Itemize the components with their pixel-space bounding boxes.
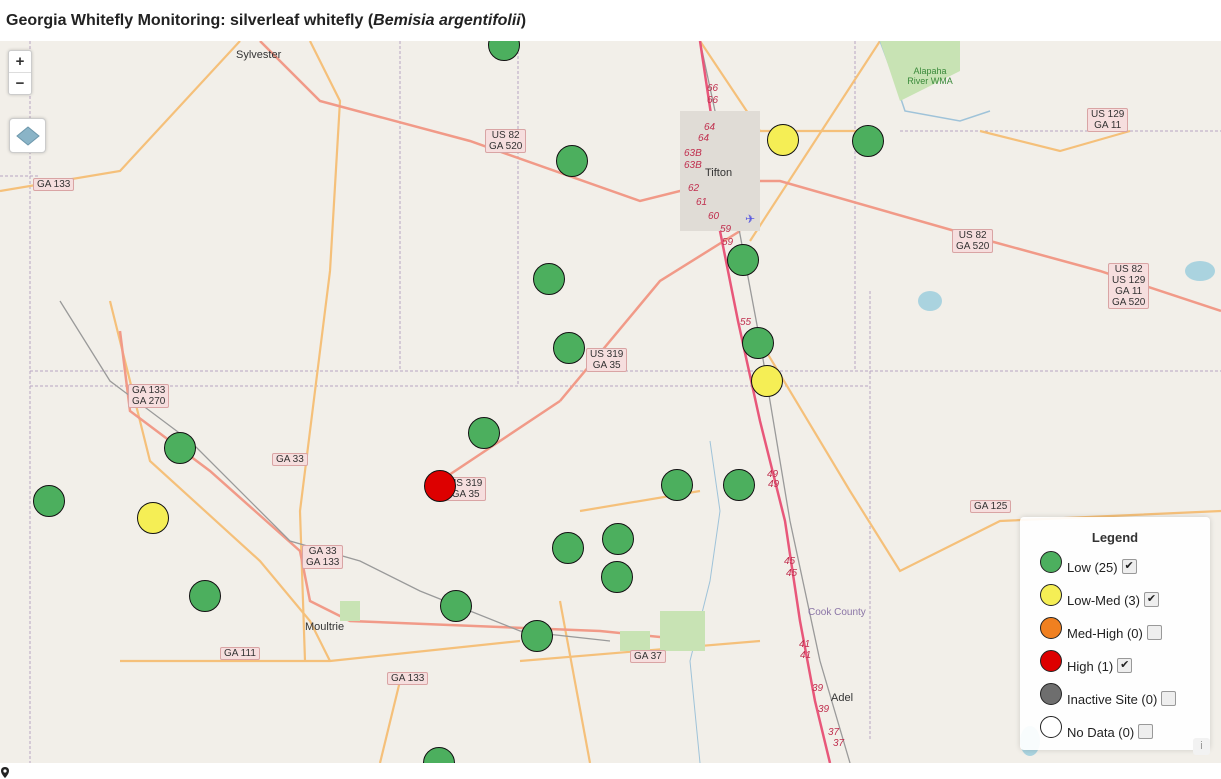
exit-number: 64	[704, 122, 716, 133]
layers-button[interactable]	[9, 118, 46, 153]
exit-number: 66	[707, 83, 719, 94]
site-marker[interactable]	[852, 125, 884, 157]
road-shield: US 82 US 129 GA 11 GA 520	[1108, 263, 1150, 309]
title-suffix: )	[520, 12, 527, 29]
exit-number: 45	[786, 568, 798, 579]
road-shield: GA 133	[33, 178, 75, 191]
legend-item: No Data (0)	[1040, 715, 1154, 740]
exit-number: 63B	[684, 160, 702, 171]
place-label: Cook County	[808, 607, 866, 618]
site-marker[interactable]	[137, 502, 169, 534]
exit-number: 60	[708, 211, 720, 222]
legend-swatch	[1040, 716, 1062, 738]
road-shield: GA 37	[630, 650, 666, 663]
legend-checkbox[interactable]	[1146, 624, 1162, 640]
site-marker[interactable]	[767, 124, 799, 156]
legend-label: High (1)	[1067, 658, 1114, 674]
legend-panel: Legend Low (25) ✔ Low-Med (3) ✔ Med-High (0)…	[1020, 517, 1210, 750]
site-marker[interactable]	[164, 432, 196, 464]
layers-icon	[15, 125, 40, 146]
road-shield: GA 33 GA 133	[302, 545, 344, 569]
title-species: Bemisia argentifolii	[373, 12, 521, 29]
exit-number: 41	[800, 650, 812, 661]
legend-title: Legend	[1091, 530, 1139, 545]
legend-checkbox[interactable]: ✔	[1121, 558, 1137, 574]
legend-swatch	[1040, 683, 1062, 705]
site-marker[interactable]	[601, 561, 633, 593]
legend-label: Low-Med (3)	[1067, 592, 1140, 608]
location-pin-icon	[1, 767, 9, 778]
road-shield: GA 111	[220, 647, 260, 660]
zoom-in-button[interactable]: +	[9, 51, 31, 72]
legend-item: Low (25) ✔	[1040, 550, 1137, 575]
site-marker[interactable]	[751, 365, 783, 397]
exit-number: 37	[833, 738, 845, 749]
exit-number: 45	[784, 556, 796, 567]
legend-checkbox[interactable]	[1161, 690, 1177, 706]
exit-number: 39	[818, 704, 830, 715]
site-marker[interactable]	[552, 532, 584, 564]
site-marker[interactable]	[468, 417, 500, 449]
site-marker[interactable]	[742, 327, 774, 359]
exit-number: 66	[707, 95, 719, 106]
site-marker[interactable]	[33, 485, 65, 517]
site-marker[interactable]	[727, 244, 759, 276]
exit-number: 63B	[684, 148, 702, 159]
legend-swatch	[1040, 551, 1062, 573]
exit-number: 64	[698, 133, 710, 144]
exit-number: 37	[828, 727, 840, 738]
exit-number: 55	[740, 317, 752, 328]
site-marker[interactable]	[521, 620, 553, 652]
place-label: Alapaha River WMA	[907, 66, 953, 86]
road-shield: GA 133	[387, 672, 429, 685]
exit-number: 59	[720, 224, 732, 235]
legend-swatch	[1040, 584, 1062, 606]
place-label: Moultrie	[305, 621, 345, 633]
exit-number: 59	[722, 237, 734, 248]
site-marker[interactable]	[556, 145, 588, 177]
site-marker[interactable]	[553, 332, 585, 364]
legend-swatch	[1040, 617, 1062, 639]
exit-number: 49	[768, 479, 780, 490]
road-shield: US 82 GA 520	[485, 129, 527, 153]
exit-number: 62	[688, 183, 700, 194]
site-marker[interactable]	[661, 469, 693, 501]
legend-checkbox[interactable]	[1138, 723, 1154, 739]
road-shield: GA 33	[272, 453, 308, 466]
site-marker[interactable]	[723, 469, 755, 501]
site-marker[interactable]	[189, 580, 221, 612]
place-label: Sylvester	[236, 49, 282, 61]
svg-text:✈: ✈	[745, 212, 755, 226]
page-title: Georgia Whitefly Monitoring: silverleaf …	[6, 12, 526, 30]
legend-item: High (1) ✔	[1040, 649, 1133, 674]
zoom-out-button[interactable]: −	[9, 72, 31, 94]
place-label: Tifton	[705, 167, 733, 179]
legend-swatch	[1040, 650, 1062, 672]
legend-label: Med-High (0)	[1067, 625, 1143, 641]
exit-number: 61	[696, 197, 708, 208]
legend-label: No Data (0)	[1067, 724, 1135, 740]
legend-item: Low-Med (3) ✔	[1040, 583, 1159, 608]
road-shield: GA 125	[970, 500, 1012, 513]
legend-label: Inactive Site (0)	[1067, 691, 1158, 707]
legend-item: Inactive Site (0)	[1040, 682, 1177, 707]
legend-checkbox[interactable]: ✔	[1117, 657, 1133, 673]
site-marker[interactable]	[602, 523, 634, 555]
road-shield: US 129 GA 11	[1087, 108, 1129, 132]
title-prefix: Georgia Whitefly Monitoring: silverleaf …	[6, 12, 374, 29]
exit-number: 39	[812, 683, 824, 694]
site-marker[interactable]	[440, 590, 472, 622]
legend-checkbox[interactable]: ✔	[1143, 591, 1159, 607]
site-marker[interactable]	[533, 263, 565, 295]
place-label: Adel	[831, 692, 854, 704]
site-marker[interactable]	[424, 470, 456, 502]
road-shield: US 319 GA 35	[586, 348, 628, 372]
info-button[interactable]: i	[1193, 738, 1210, 755]
legend-item: Med-High (0)	[1040, 616, 1162, 641]
zoom-control: + −	[8, 50, 32, 95]
road-shield: US 82 GA 520	[952, 229, 994, 253]
legend-label: Low (25)	[1067, 559, 1118, 575]
road-shield: GA 133 GA 270	[128, 384, 170, 408]
exit-number: 41	[799, 639, 811, 650]
